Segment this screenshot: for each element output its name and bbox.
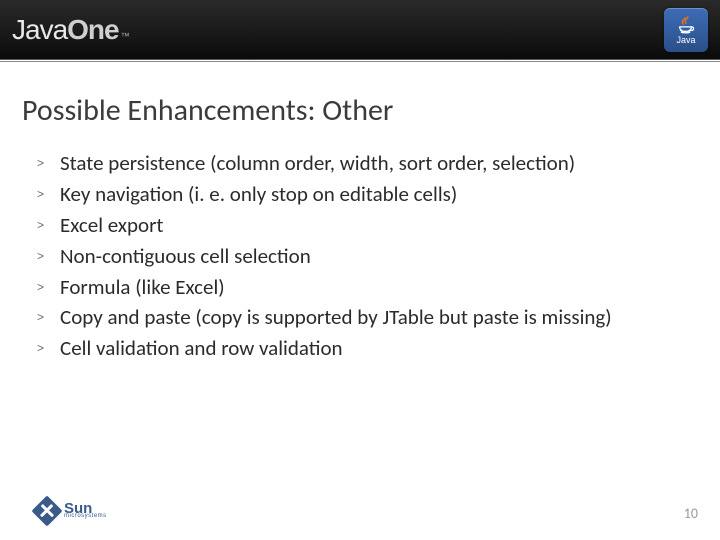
javaone-logo: JavaOne™ — [12, 14, 129, 46]
java-badge-icon: Java — [664, 8, 708, 52]
bullet-item: Copy and paste (copy is supported by JTa… — [30, 304, 660, 331]
bullet-item: State persistence (column order, width, … — [30, 150, 660, 177]
logo-one-text: One — [67, 14, 118, 46]
bullet-item: Key navigation (i. e. only stop on edita… — [30, 181, 660, 208]
sun-logo-text: Sun microsystems — [64, 504, 107, 519]
slide: JavaOne™ Java Possible Enhancements: Oth… — [0, 0, 720, 540]
bullet-item: Non-contiguous cell selection — [30, 243, 660, 270]
header-divider — [0, 61, 720, 62]
bullet-item: Formula (like Excel) — [30, 274, 660, 301]
coffee-cup-icon — [675, 15, 697, 37]
sun-emblem-icon — [31, 495, 62, 526]
header-bar: JavaOne™ Java — [0, 0, 720, 60]
logo-java-text: Java — [12, 14, 67, 46]
page-number: 10 — [684, 505, 698, 522]
footer: Sun microsystems 10 — [0, 484, 720, 540]
java-badge-label: Java — [676, 35, 695, 45]
bullet-item: Excel export — [30, 212, 660, 239]
sun-logo: Sun microsystems — [36, 500, 107, 522]
sun-sub-label: microsystems — [64, 514, 107, 518]
bullet-item: Cell validation and row validation — [30, 335, 660, 362]
logo-tm: ™ — [121, 31, 129, 41]
bullet-list: State persistence (column order, width, … — [30, 150, 660, 366]
slide-title: Possible Enhancements: Other — [22, 92, 393, 129]
